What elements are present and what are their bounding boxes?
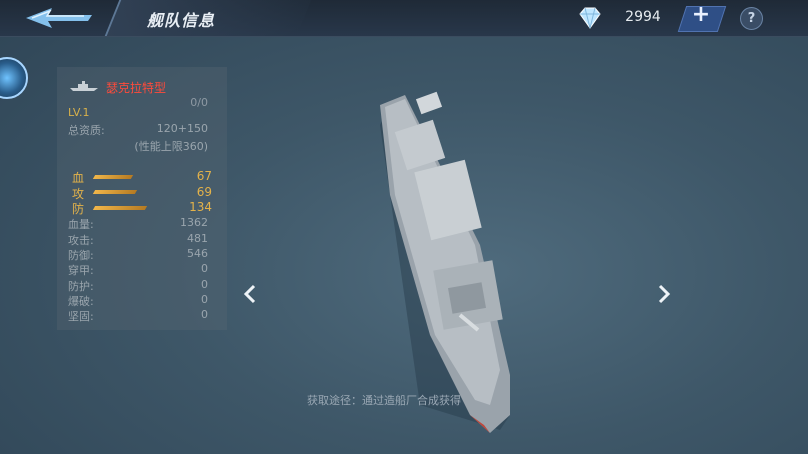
attr-value-attack: 481 [187, 232, 208, 245]
back-button[interactable] [22, 6, 98, 30]
stat-label-defense: 防 [72, 202, 85, 216]
next-ship-arrow-icon[interactable] [656, 283, 672, 305]
attr-label-pierce: 穿甲: [68, 264, 94, 277]
attr-label-sturdy: 坚固: [68, 310, 94, 323]
stat-bar-hp [92, 175, 134, 179]
diamond-count: 2994 [625, 9, 661, 25]
stat-value-defense: 134 [189, 200, 212, 214]
stat-label-hp: 血 [72, 171, 85, 185]
stat-bar-attack [92, 190, 138, 194]
prev-ship-arrow-icon[interactable] [242, 283, 258, 305]
attr-value-blast: 0 [201, 293, 208, 306]
fleet-orb-button[interactable] [0, 57, 28, 99]
stat-value-attack: 69 [196, 185, 212, 199]
attr-label-defense: 防御: [68, 249, 94, 262]
attr-value-defense: 546 [187, 247, 208, 260]
attr-label-protect: 防护: [68, 280, 94, 293]
attr-label-hp: 血量: [68, 218, 94, 231]
ship-type-icon [70, 81, 98, 91]
attr-label-blast: 爆破: [68, 295, 94, 308]
exp-value: 0/0 [190, 96, 208, 109]
stat-value-hp: 67 [196, 169, 212, 183]
attr-value-pierce: 0 [201, 262, 208, 275]
page-title: 舰队信息 [147, 11, 216, 30]
stat-bar-defense [92, 206, 148, 210]
attr-label-attack: 攻击: [68, 234, 94, 247]
ship-model [380, 91, 510, 433]
back-arrow-icon [26, 8, 92, 28]
attr-value-protect: 0 [201, 278, 208, 291]
quality-value: 120+150 [156, 122, 208, 135]
attr-value-hp: 1362 [180, 216, 208, 229]
attr-value-sturdy: 0 [201, 308, 208, 321]
plus-icon[interactable]: + [690, 2, 712, 27]
acquire-method-text: 获取途径：通过造船厂合成获得 [307, 394, 461, 407]
quality-cap: (性能上限360) [134, 140, 208, 153]
diamond-icon [579, 7, 601, 29]
help-button[interactable]: ? [740, 7, 763, 30]
ship-level: LV.1 [68, 106, 90, 119]
ship-name: 瑟克拉特型 [106, 81, 167, 95]
